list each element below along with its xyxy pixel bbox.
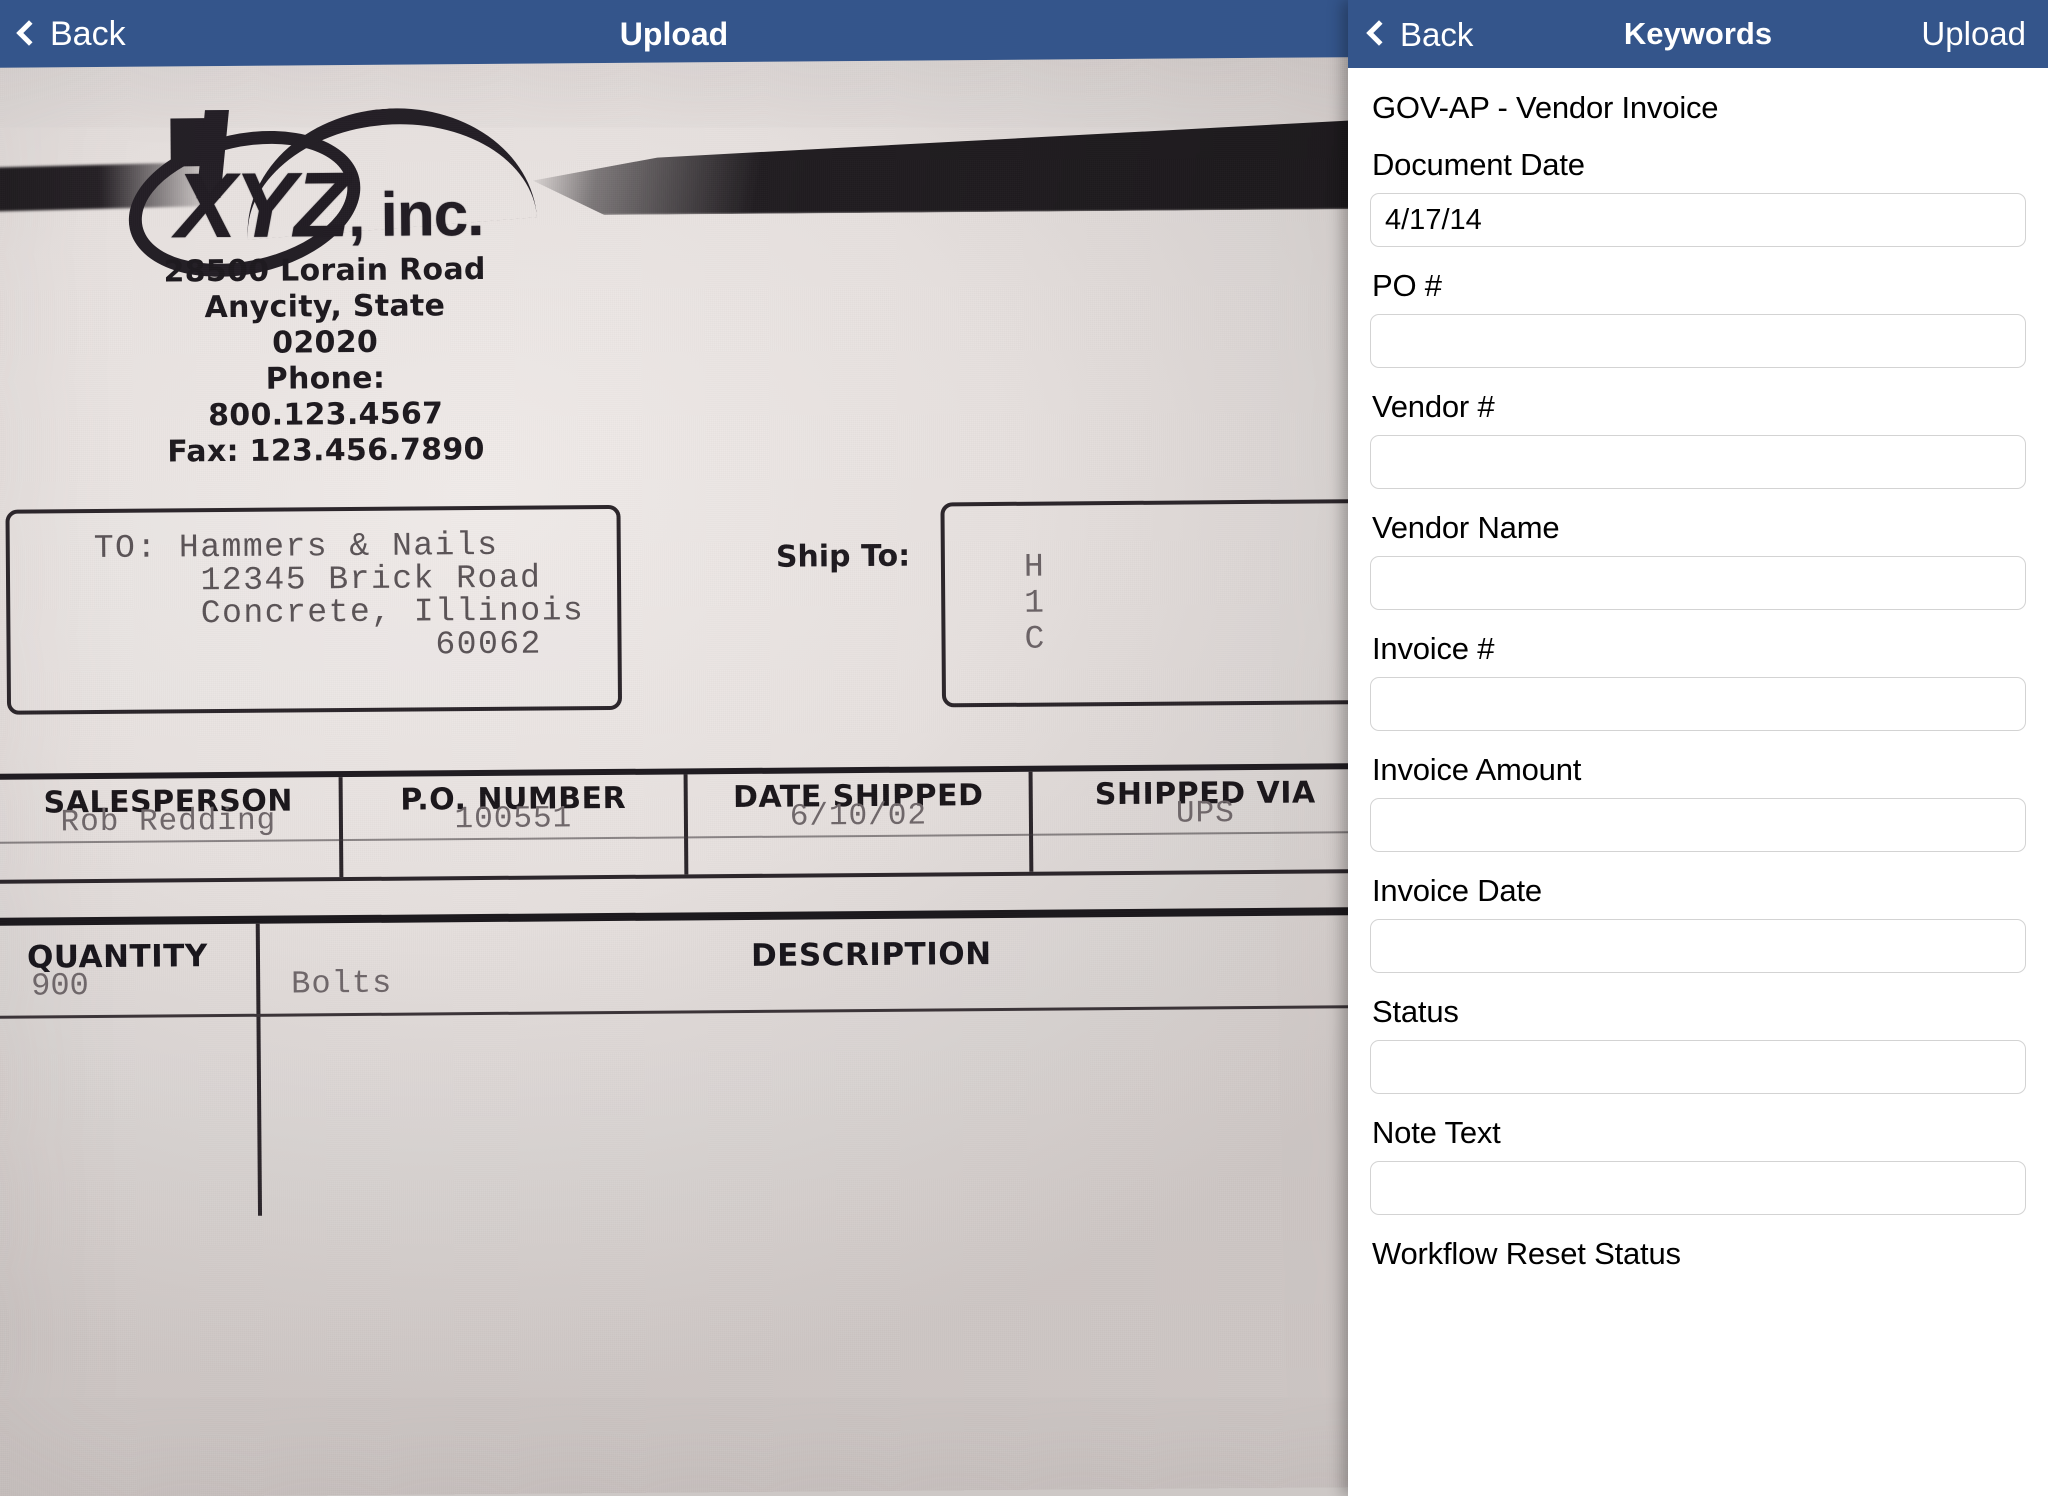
order-info-table: SALESPERSON Rob Redding P.O. NUMBER 1005…	[0, 762, 1348, 884]
viewer-title: Upload	[619, 15, 729, 52]
ship-to-box	[940, 499, 1348, 708]
field-label: Invoice Date	[1372, 873, 1542, 908]
viewer-back-label: Back	[50, 15, 126, 53]
ship-to-label: Ship To:	[775, 538, 911, 575]
field-vendor: Vendor #	[1370, 389, 2026, 489]
company-address: 28500 Lorain Road Anycity, State 02020 P…	[163, 251, 486, 470]
field-label: Note Text	[1372, 1115, 1501, 1150]
field-workflow-reset-status: Workflow Reset Status	[1370, 1236, 2026, 1272]
field-input[interactable]	[1370, 556, 2026, 610]
field-label: Status	[1372, 994, 1459, 1029]
panel-navbar: Back Keywords Upload	[1348, 0, 2048, 68]
col-value-quantity: 900	[31, 967, 89, 1005]
fields-container: Document Date PO # Vendor # Vendor Name Invo…	[1370, 147, 2026, 1272]
table-col-date-shipped: DATE SHIPPED 6/10/02	[687, 771, 1034, 875]
ink-smear-right	[532, 117, 1348, 216]
field-input[interactable]	[1370, 677, 2026, 731]
chevron-left-icon	[1366, 20, 1392, 46]
document-viewer: Back Upload XYZ, inc. 28500 Lorain Road …	[0, 0, 1348, 1496]
field-input[interactable]	[1370, 314, 2026, 368]
field-label: Workflow Reset Status	[1372, 1236, 1681, 1271]
field-document-date: Document Date	[1370, 147, 2026, 247]
field-note-text: Note Text	[1370, 1115, 2026, 1215]
viewer-back-button[interactable]: Back	[16, 15, 126, 53]
line-items-divider	[255, 923, 263, 1216]
field-invoice-date: Invoice Date	[1370, 873, 2026, 973]
table-col-shipped-via: SHIPPED VIA UPS	[1033, 769, 1348, 872]
field-label: PO #	[1372, 268, 1442, 303]
field-invoice-amount: Invoice Amount	[1370, 752, 2026, 852]
table-col-po-number: P.O. NUMBER 100551	[342, 774, 689, 878]
field-input[interactable]	[1370, 193, 2026, 247]
field-status: Status	[1370, 994, 2026, 1094]
keywords-form: GOV-AP - Vendor Invoice Document Date PO …	[1348, 68, 2048, 1496]
col-value-salesperson: Rob Redding	[60, 803, 277, 841]
ship-to-text: H 1 C	[1023, 548, 1046, 658]
field-input[interactable]	[1370, 798, 2026, 852]
field-input[interactable]	[1370, 1040, 2026, 1094]
logo-company-name: XYZ, inc.	[174, 154, 484, 258]
keywords-panel: Back Keywords Upload GOV-AP - Vendor Inv…	[1348, 0, 2048, 1496]
field-label: Invoice Amount	[1372, 752, 1582, 787]
field-label: Invoice #	[1372, 631, 1495, 666]
field-label: Document Date	[1372, 147, 1585, 182]
field-vendor-name: Vendor Name	[1370, 510, 2026, 610]
scanned-document-photo[interactable]: XYZ, inc. 28500 Lorain Road Anycity, Sta…	[0, 56, 1348, 1496]
line-items-table: QUANTITY DESCRIPTION 900 Bolts	[0, 906, 1348, 1218]
upload-button[interactable]: Upload	[1921, 15, 2026, 53]
panel-back-label: Back	[1400, 15, 1474, 53]
field-label: Vendor #	[1372, 389, 1495, 424]
col-value-shipped-via: UPS	[1175, 796, 1235, 832]
field-input[interactable]	[1370, 435, 2026, 489]
field-input[interactable]	[1370, 1161, 2026, 1215]
app-root: Back Upload XYZ, inc. 28500 Lorain Road …	[0, 0, 2048, 1496]
col-value-date-shipped: 6/10/02	[789, 798, 928, 835]
bill-to-text: TO: Hammers & Nails 12345 Brick Road Con…	[93, 526, 585, 667]
col-value-description: Bolts	[291, 964, 393, 1003]
table-col-salesperson: SALESPERSON Rob Redding	[0, 777, 344, 880]
field-label: Vendor Name	[1372, 510, 1560, 545]
field-po: PO #	[1370, 268, 2026, 368]
chevron-left-icon	[16, 20, 42, 46]
field-input[interactable]	[1370, 919, 2026, 973]
col-value-po-number: 100551	[454, 801, 573, 838]
field-invoice: Invoice #	[1370, 631, 2026, 731]
document-type-label: GOV-AP - Vendor Invoice	[1372, 90, 1719, 125]
line-items-row-line	[0, 1004, 1348, 1019]
col-header-description: DESCRIPTION	[750, 936, 992, 974]
panel-back-button[interactable]: Back	[1366, 15, 1474, 53]
company-logo: XYZ, inc.	[114, 97, 553, 298]
